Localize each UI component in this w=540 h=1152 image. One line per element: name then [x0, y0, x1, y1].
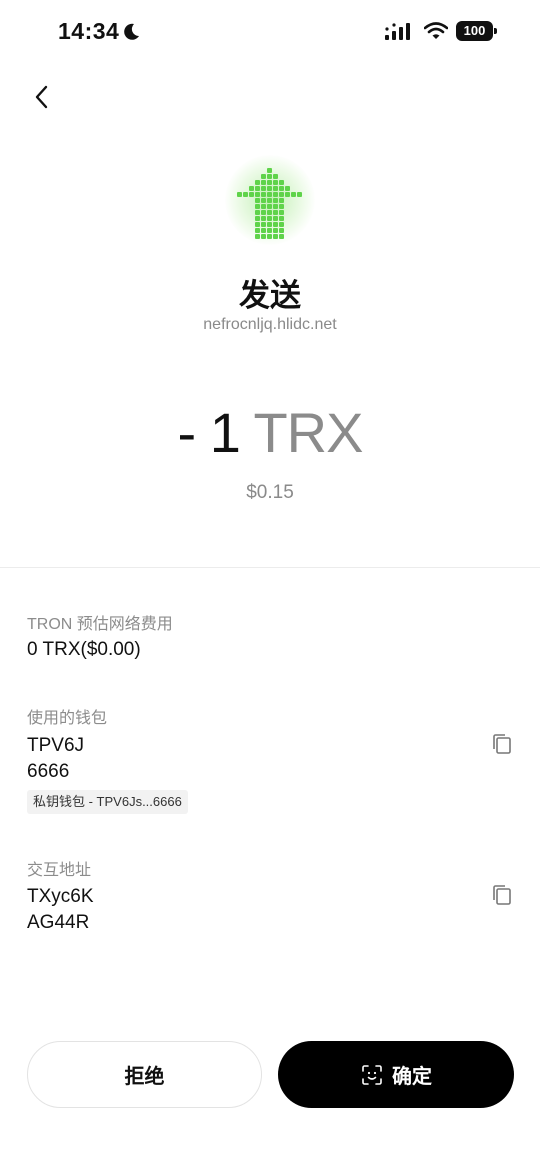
battery-icon: 100 [456, 21, 498, 41]
divider [0, 567, 540, 568]
wifi-icon [424, 22, 448, 39]
back-button[interactable] [26, 80, 60, 114]
interaction-address-label: 交互地址 [27, 862, 92, 879]
send-arrow-icon [220, 150, 320, 250]
amount-value: - 1 [177, 401, 241, 464]
reject-button[interactable]: 拒绝 [27, 1041, 262, 1108]
interaction-address-line2: AG44R [27, 912, 90, 933]
face-id-icon [362, 1064, 382, 1085]
amount-unit: TRX [253, 401, 363, 464]
confirm-label: 确定 [392, 1066, 432, 1088]
fee-label: TRON 预估网络费用 [27, 616, 173, 633]
status-bar: 14:34 100 [0, 0, 540, 64]
fee-value: 0 TRX($0.00) [27, 639, 141, 660]
signal-icon [385, 23, 410, 40]
status-time: 14:34 [58, 18, 120, 44]
reject-label: 拒绝 [124, 1066, 165, 1088]
copy-wallet-address-icon[interactable] [490, 732, 514, 756]
fiat-value: $0.15 [246, 482, 294, 503]
moon-icon [124, 23, 139, 40]
copy-interaction-address-icon[interactable] [490, 883, 514, 907]
battery-level: 100 [456, 21, 493, 41]
wallet-address-line2: 6666 [27, 761, 70, 782]
wallet-address-line1: TPV6J [27, 735, 85, 756]
wallet-label: 使用的钱包 [27, 710, 108, 727]
interaction-address-line1: TXyc6K [27, 886, 94, 907]
wallet-tag: 私钥钱包 - TPV6Js...6666 [27, 790, 188, 814]
dapp-domain: nefrocnljq.hlidc.net [203, 316, 337, 333]
amount: - 1 TRX [0, 400, 540, 465]
confirm-button[interactable]: 确定 [278, 1041, 514, 1108]
transaction-type: 发送 [239, 278, 301, 313]
